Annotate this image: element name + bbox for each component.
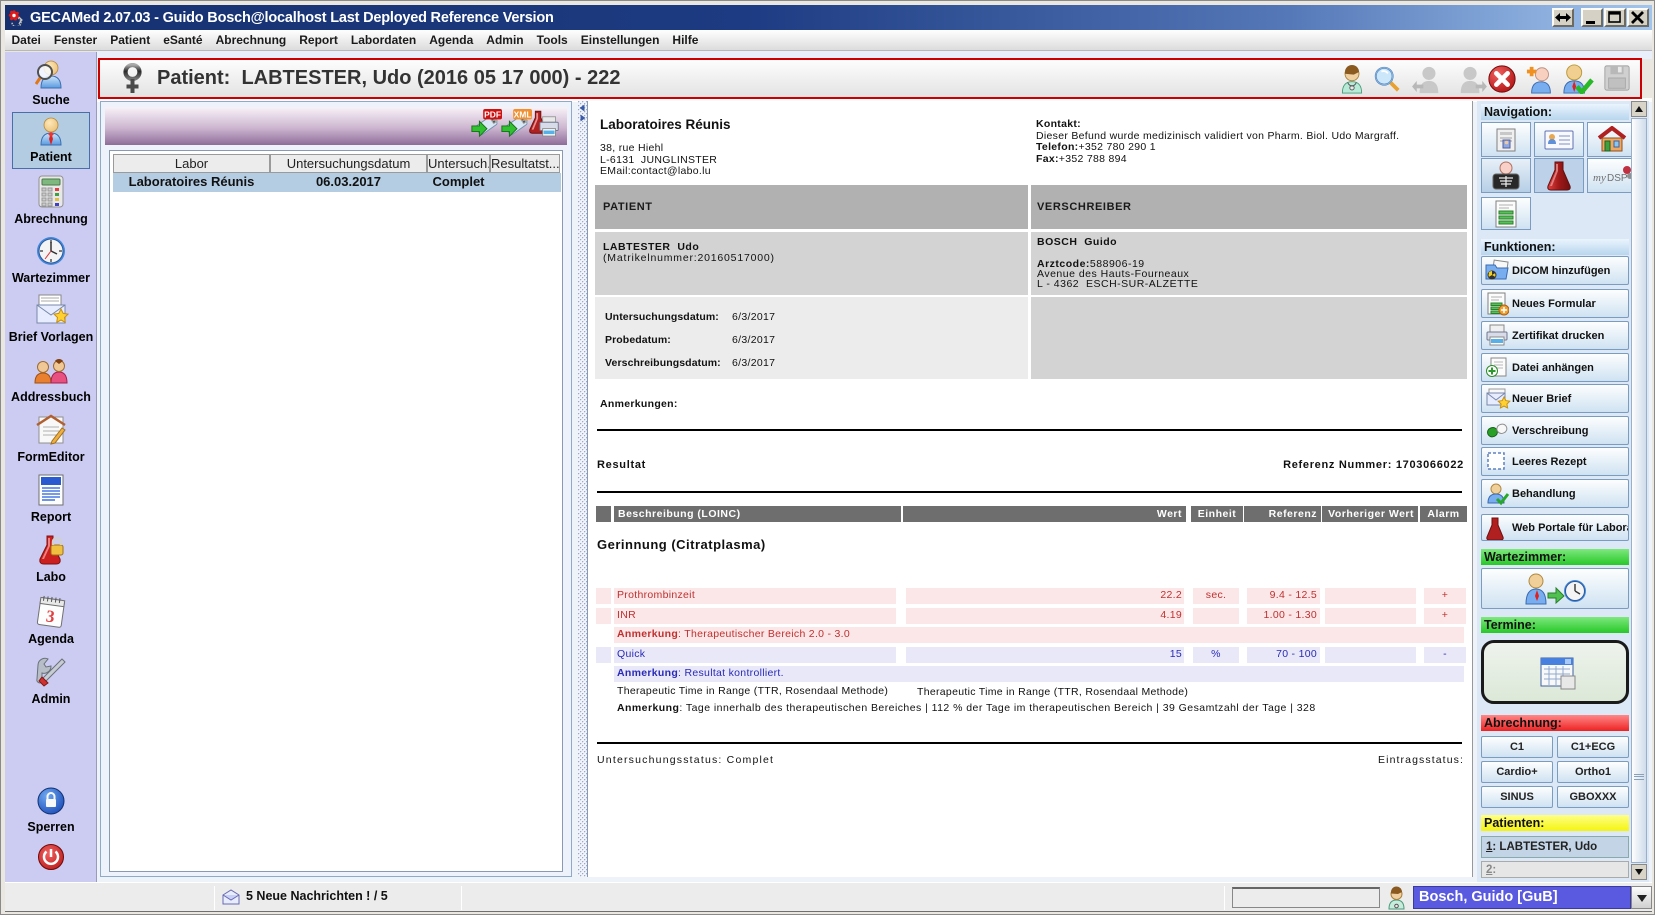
- svg-text:DSP: DSP: [1607, 173, 1628, 184]
- svg-text:PDF: PDF: [484, 109, 501, 119]
- svg-text:my: my: [1593, 172, 1606, 184]
